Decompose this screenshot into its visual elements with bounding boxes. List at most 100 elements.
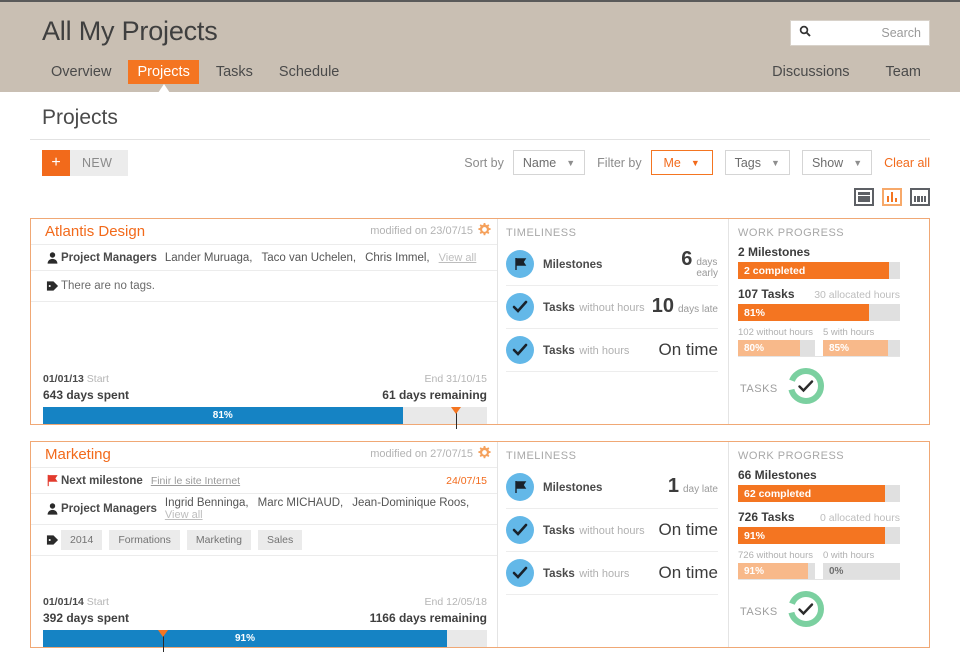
tag-chip[interactable]: 2014 — [61, 530, 103, 550]
tasks-subbar: 5 with hours 85% — [823, 327, 900, 356]
timeliness-value: On time — [658, 519, 718, 539]
tasks-gauge — [786, 366, 826, 411]
modified-date: modified on 27/07/15 — [370, 448, 473, 460]
tag-icon — [43, 534, 61, 546]
tasks-header: 107 Tasks 30 allocated hours — [738, 287, 900, 301]
filter-me-select[interactable]: Me ▼ — [650, 150, 713, 175]
project-card[interactable]: Atlantis Design modified on 23/07/15 Pro… — [30, 218, 930, 429]
tasks-progress-bar: 91% — [738, 527, 900, 544]
timeliness-main-label: Tasks — [543, 567, 575, 580]
allocated-hours: 30 allocated hours — [814, 289, 900, 301]
project-card-header: Atlantis Design modified on 23/07/15 — [31, 219, 497, 245]
project-managers-list: Lander Muruaga, Taco van Uchelen, Chris … — [165, 252, 476, 264]
filter-show-value: Show — [811, 155, 844, 170]
tasks-subbar: 0 with hours 0% — [823, 550, 900, 579]
user-icon — [43, 251, 61, 264]
manager-name[interactable]: Chris Immel, — [365, 252, 430, 264]
manager-name[interactable]: Jean-Dominique Roos, — [352, 497, 469, 509]
manager-name[interactable]: Ingrid Benninga, — [165, 497, 249, 509]
clear-all-button[interactable]: Clear all — [884, 156, 930, 170]
timeliness-labels: Milestones — [543, 478, 668, 496]
timeliness-labels: Tasks without hours — [543, 298, 652, 316]
today-marker — [157, 630, 168, 652]
filter-show-select[interactable]: Show ▼ — [801, 150, 873, 175]
nav-item-overview[interactable]: Overview — [42, 60, 120, 84]
filter-by-label: Filter by — [597, 155, 642, 170]
search-icon — [799, 24, 811, 42]
timeliness-value: 1 day late — [668, 475, 718, 498]
projects-toolbar: + NEW Sort by Name ▼ Filter by Me ▼ Tags… — [42, 140, 930, 186]
milestones-header: 66 Milestones — [738, 468, 900, 482]
tasks-subbar-label: 0 with hours — [823, 550, 875, 561]
project-name[interactable]: Marketing — [45, 446, 111, 463]
flag-icon — [506, 249, 534, 278]
project-tags-row: 2014 Formations Marketing Sales — [31, 525, 497, 556]
timeliness-row: Milestones 6 days early — [506, 243, 718, 286]
milestones-progress-bar: 2 completed — [738, 262, 900, 279]
nav-item-team[interactable]: Team — [877, 60, 930, 84]
timeliness-row: Milestones 1 day late — [506, 466, 718, 509]
sort-by-select[interactable]: Name ▼ — [512, 150, 586, 175]
start-date: 01/01/13 — [43, 373, 84, 385]
tasks-progress-bar: 81% — [738, 304, 900, 321]
tasks-subbar: 726 without hours 91% — [738, 550, 815, 579]
nav-item-tasks[interactable]: Tasks — [207, 60, 262, 84]
tag-chip[interactable]: Marketing — [186, 530, 251, 550]
project-card[interactable]: Marketing modified on 27/07/15 Next mile… — [30, 441, 930, 652]
gear-icon[interactable] — [478, 223, 491, 241]
timeliness-row: Tasks without hours 10 days late — [506, 286, 718, 329]
view-all-managers-link[interactable]: View all — [165, 509, 203, 521]
chevron-down-icon: ▼ — [566, 157, 576, 168]
manager-name[interactable]: Taco van Uchelen, — [261, 252, 356, 264]
project-managers-label: Project Managers — [61, 251, 157, 264]
check-icon — [506, 335, 534, 364]
timeline-progress-fill: 81% — [43, 407, 403, 424]
check-icon — [506, 515, 534, 544]
start-label: Start — [86, 373, 109, 385]
timeliness-labels: Milestones — [543, 255, 681, 273]
next-milestone-row: Next milestone Finir le site Internet 24… — [31, 468, 497, 494]
filter-tags-select[interactable]: Tags ▼ — [724, 150, 790, 175]
nav-item-schedule[interactable]: Schedule — [270, 60, 348, 84]
filter-me-value: Me — [663, 155, 681, 170]
today-marker — [450, 407, 461, 429]
tasks-subbar-bar: 85% — [823, 340, 900, 356]
view-grid-button[interactable] — [910, 188, 930, 206]
project-name[interactable]: Atlantis Design — [45, 223, 145, 240]
plus-icon: + — [42, 150, 70, 176]
manager-name[interactable]: Marc MICHAUD, — [258, 497, 344, 509]
view-all-managers-link[interactable]: View all — [439, 252, 477, 264]
tag-chip[interactable]: Sales — [257, 530, 303, 550]
page-title: Projects — [42, 106, 118, 129]
view-chart-button[interactable] — [882, 188, 902, 206]
search-input[interactable]: Search — [790, 20, 930, 46]
timeline-progress-bar: 91% — [43, 630, 487, 652]
nav-item-discussions[interactable]: Discussions — [763, 60, 858, 84]
project-managers-list: Ingrid Benninga, Marc MICHAUD, Jean-Domi… — [165, 497, 489, 521]
tag-chip[interactable]: Formations — [109, 530, 180, 550]
timeliness-sub-label: with hours — [579, 344, 630, 357]
project-managers-label: Project Managers — [61, 503, 157, 515]
timeliness-sub-label: without hours — [579, 301, 645, 314]
end-date: End 31/10/15 — [424, 373, 487, 385]
next-milestone-link[interactable]: Finir le site Internet — [151, 475, 240, 487]
timeliness-number: 1 — [667, 475, 679, 497]
filter-controls: Sort by Name ▼ Filter by Me ▼ Tags ▼ Sho… — [464, 150, 930, 175]
timeliness-main-label: Tasks — [543, 344, 575, 357]
project-managers-row: Project Managers Lander Muruaga, Taco va… — [31, 245, 497, 271]
timeliness-value: On time — [658, 339, 718, 359]
gear-icon[interactable] — [478, 446, 491, 464]
milestones-count: 66 Milestones — [738, 468, 817, 482]
filter-tags-value: Tags — [734, 155, 762, 170]
timeline-days: 643 days spent 61 days remaining — [43, 388, 487, 402]
new-project-button[interactable]: + NEW — [42, 150, 129, 176]
timeliness-title: TIMELINESS — [506, 450, 577, 462]
milestones-progress-label: 62 completed — [744, 487, 812, 500]
tasks-gauge-box: TASKS — [738, 356, 900, 420]
manager-name[interactable]: Lander Muruaga, — [165, 252, 253, 264]
tasks-progress-label: 81% — [744, 306, 766, 319]
days-remaining: 61 days remaining — [382, 388, 487, 402]
view-list-button[interactable] — [854, 188, 874, 206]
nav-item-projects[interactable]: Projects — [128, 60, 199, 84]
tasks-subbar-label: 5 with hours — [823, 327, 875, 338]
